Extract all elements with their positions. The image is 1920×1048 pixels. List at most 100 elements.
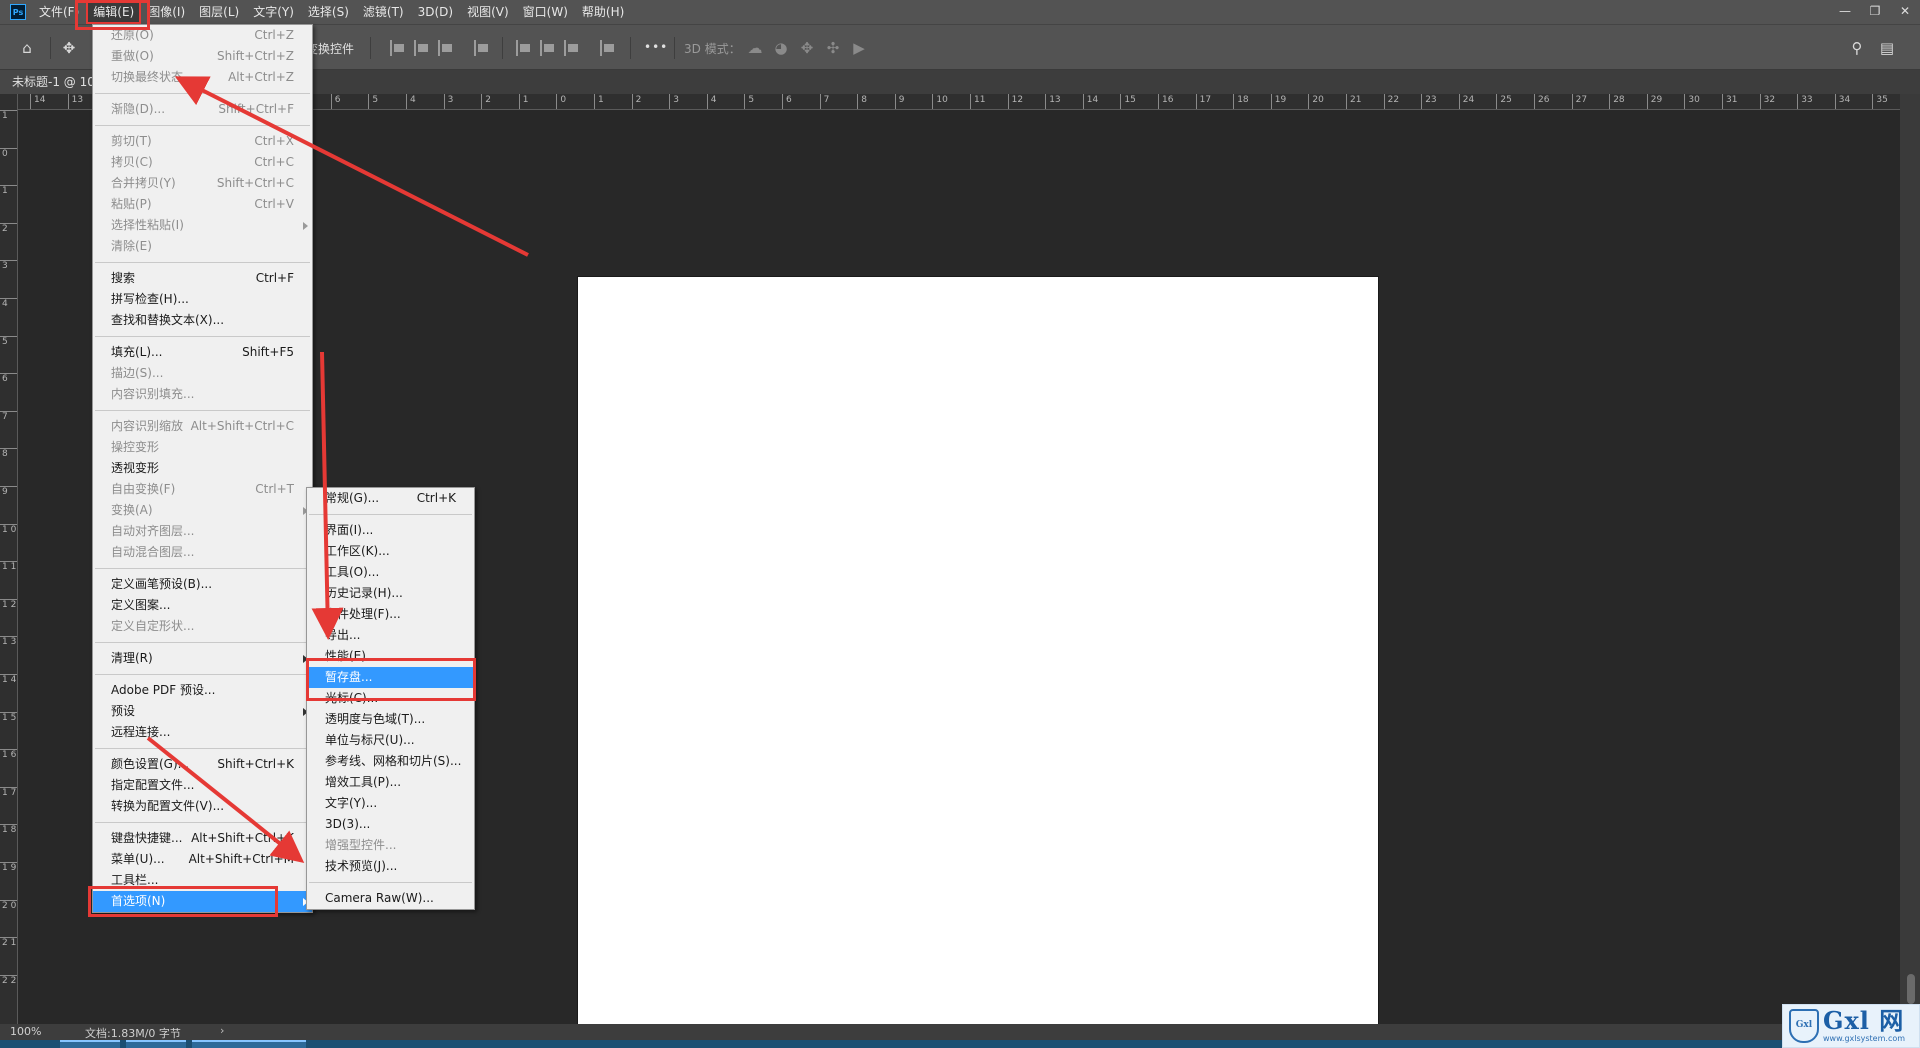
prefs-menu-item[interactable]: 界面(I)... (307, 520, 474, 541)
prefs-menu-item[interactable]: 常规(G)... Ctrl+K (307, 488, 474, 509)
edit-menu-item[interactable]: 搜索 Ctrl+F (93, 268, 312, 289)
edit-menu-item[interactable]: 键盘快捷键... Alt+Shift+Ctrl+K (93, 828, 312, 849)
edit-menu-item[interactable]: 拼写检查(H)... (93, 289, 312, 310)
3d-roll-icon[interactable]: ◕ (770, 37, 792, 59)
edit-menu-item[interactable]: 拷贝(C) Ctrl+C (93, 152, 312, 173)
edit-menu-item[interactable]: 自动混合图层... (93, 542, 312, 563)
prefs-menu-item[interactable]: 技术预览(J)... (307, 856, 474, 877)
prefs-menu-item[interactable]: 工具(O)... (307, 562, 474, 583)
edit-menu-item[interactable]: 工具栏... (93, 870, 312, 891)
menu-item-1[interactable]: 编辑(E) (86, 0, 142, 24)
edit-menu-item[interactable]: 剪切(T) Ctrl+X (93, 131, 312, 152)
minimize-icon[interactable]: — (1830, 0, 1860, 24)
edit-menu-item[interactable]: 菜单(U)... Alt+Shift+Ctrl+M (93, 849, 312, 870)
prefs-menu-item[interactable]: 工作区(K)... (307, 541, 474, 562)
3d-slide-icon[interactable]: ✣ (822, 37, 844, 59)
edit-menu-item[interactable]: 变换(A) (93, 500, 312, 521)
edit-menu-item[interactable]: 选择性粘贴(I) (93, 215, 312, 236)
prefs-menu-item[interactable]: 增强型控件... (307, 835, 474, 856)
align-top-icon[interactable] (516, 40, 532, 56)
menu-item-2[interactable]: 图像(I) (141, 0, 192, 24)
align-center-icon[interactable] (414, 40, 430, 56)
taskbar-button[interactable] (192, 1040, 252, 1048)
edit-menu-item[interactable]: 渐隐(D)... Shift+Ctrl+F (93, 99, 312, 120)
prefs-menu-item[interactable]: 3D(3)... (307, 814, 474, 835)
edit-menu-item[interactable]: 还原(O) Ctrl+Z (93, 25, 312, 46)
ruler-tick-label: 9 (894, 94, 905, 109)
edit-menu-item[interactable]: 重做(O) Shift+Ctrl+Z (93, 46, 312, 67)
more-options-button[interactable]: ••• (644, 40, 668, 54)
align-bottom-icon[interactable] (564, 40, 580, 56)
taskbar-button[interactable] (126, 1040, 186, 1048)
edit-menu-item[interactable]: 指定配置文件... (93, 775, 312, 796)
edit-menu-item[interactable]: 内容识别填充... (93, 384, 312, 405)
edit-menu-item[interactable]: 转换为配置文件(V)... (93, 796, 312, 817)
edit-menu-item[interactable]: 自由变换(F) Ctrl+T (93, 479, 312, 500)
restore-icon[interactable]: ❐ (1860, 0, 1890, 24)
prefs-menu-item[interactable]: 历史记录(H)... (307, 583, 474, 604)
menu-item-8[interactable]: 视图(V) (460, 0, 516, 24)
prefs-menu-item[interactable]: 文字(Y)... (307, 793, 474, 814)
menu-item-4[interactable]: 文字(Y) (246, 0, 301, 24)
taskbar-button[interactable] (246, 1040, 306, 1048)
edit-menu-item[interactable]: 首选项(N) (93, 891, 312, 912)
workspace-icon[interactable]: ▤ (1876, 37, 1898, 59)
distribute-icon[interactable] (474, 40, 490, 56)
align-left-icon[interactable] (390, 40, 406, 56)
edit-menu-item[interactable]: 填充(L)... Shift+F5 (93, 342, 312, 363)
edit-menu-item[interactable]: 定义图案... (93, 595, 312, 616)
edit-menu-item[interactable]: 远程连接... (93, 722, 312, 743)
edit-menu-item[interactable]: 自动对齐图层... (93, 521, 312, 542)
edit-menu-item[interactable]: 清理(R) (93, 648, 312, 669)
edit-menu-item[interactable]: 内容识别缩放 Alt+Shift+Ctrl+C (93, 416, 312, 437)
prefs-menu-item[interactable]: 增效工具(P)... (307, 772, 474, 793)
menu-item-3[interactable]: 图层(L) (192, 0, 246, 24)
edit-menu-item[interactable]: 描边(S)... (93, 363, 312, 384)
3d-pan-icon[interactable]: ✥ (796, 37, 818, 59)
search-icon[interactable]: ⚲ (1846, 37, 1868, 59)
align-right-icon[interactable] (438, 40, 454, 56)
edit-menu-item[interactable]: 清除(E) (93, 236, 312, 257)
3d-orbit-icon[interactable]: ☁ (744, 37, 766, 59)
edit-menu-item[interactable]: 预设 (93, 701, 312, 722)
prefs-menu-item[interactable]: 文件处理(F)... (307, 604, 474, 625)
edit-menu-item[interactable]: 操控变形 (93, 437, 312, 458)
edit-menu-item[interactable]: 粘贴(P) Ctrl+V (93, 194, 312, 215)
move-tool-icon[interactable]: ✥ (58, 37, 80, 59)
edit-menu-item[interactable]: 颜色设置(G)... Shift+Ctrl+K (93, 754, 312, 775)
align-middle-icon[interactable] (540, 40, 556, 56)
edit-menu-item[interactable]: 透视变形 (93, 458, 312, 479)
edit-menu-item[interactable]: 定义画笔预设(B)... (93, 574, 312, 595)
zoom-level[interactable]: 100% (10, 1025, 41, 1038)
prefs-menu-item[interactable]: 单位与标尺(U)... (307, 730, 474, 751)
taskbar-button[interactable] (60, 1040, 120, 1048)
edit-menu-item[interactable]: 定义自定形状... (93, 616, 312, 637)
menu-item-7[interactable]: 3D(D) (411, 0, 460, 24)
chevron-right-icon[interactable]: › (220, 1024, 224, 1037)
menu-item-10[interactable]: 帮助(H) (575, 0, 631, 24)
prefs-menu-item[interactable]: 光标(C)... (307, 688, 474, 709)
home-icon[interactable]: ⌂ (16, 37, 38, 59)
3d-scale-icon[interactable]: ▶ (848, 37, 870, 59)
menu-item-5[interactable]: 选择(S) (301, 0, 356, 24)
prefs-menu-item[interactable]: 暂存盘... (307, 667, 474, 688)
edit-menu-item[interactable]: 查找和替换文本(X)... (93, 310, 312, 331)
menu-item-9[interactable]: 窗口(W) (516, 0, 575, 24)
edit-menu-item[interactable]: Adobe PDF 预设... (93, 680, 312, 701)
close-icon[interactable]: ✕ (1890, 0, 1920, 24)
distribute-vertical-icon[interactable] (600, 40, 616, 56)
prefs-menu-item[interactable]: Camera Raw(W)... (307, 888, 474, 909)
menu-item-0[interactable]: 文件(F) (32, 0, 86, 24)
prefs-menu-item[interactable]: 透明度与色域(T)... (307, 709, 474, 730)
scrollbar-thumb[interactable] (1907, 974, 1915, 1004)
edit-menu-item[interactable]: 切换最终状态 Alt+Ctrl+Z (93, 67, 312, 88)
transform-controls-label[interactable]: 变换控件 (306, 40, 354, 57)
vertical-ruler[interactable]: 101234567891 01 11 21 31 41 51 61 71 81 … (0, 94, 18, 1024)
document-canvas[interactable] (578, 277, 1378, 1048)
prefs-menu-item[interactable]: 参考线、网格和切片(S)... (307, 751, 474, 772)
vertical-scrollbar[interactable] (1900, 94, 1920, 1024)
prefs-menu-item[interactable]: 性能(E)... (307, 646, 474, 667)
prefs-menu-item[interactable]: 导出... (307, 625, 474, 646)
menu-item-6[interactable]: 滤镜(T) (356, 0, 411, 24)
edit-menu-item[interactable]: 合并拷贝(Y) Shift+Ctrl+C (93, 173, 312, 194)
